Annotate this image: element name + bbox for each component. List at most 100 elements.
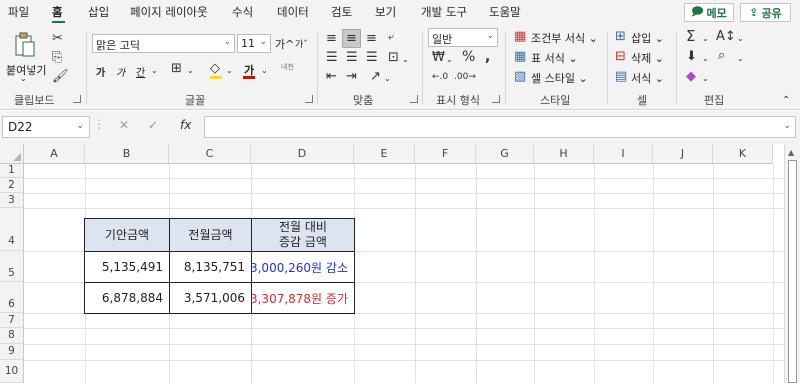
share-button[interactable]: ⇪ 공유	[740, 3, 791, 22]
name-box[interactable]: D22 ⌄	[2, 116, 90, 138]
tab-home[interactable]: 홈	[52, 4, 63, 20]
column-header-g[interactable]: G	[476, 144, 534, 164]
cell-styles-button[interactable]: 셀 스타일 ⌄	[531, 70, 588, 86]
clipboard-launcher[interactable]	[73, 95, 81, 103]
header-cell-b4[interactable]: 기안금액	[84, 218, 170, 252]
shrink-font-button[interactable]: 가ˇ	[295, 37, 308, 50]
format-cells-icon[interactable]: ▤	[615, 70, 627, 84]
row-header-6[interactable]: 6	[0, 282, 24, 313]
tab-review[interactable]: 검토	[331, 4, 352, 20]
scroll-up-icon[interactable]: ▲	[788, 148, 794, 157]
column-header-c[interactable]: C	[169, 144, 251, 164]
cut-icon[interactable]: ✂	[52, 32, 63, 46]
chevron-down-icon[interactable]: ⌄	[384, 72, 391, 86]
format-painter-icon[interactable]: 🖌	[52, 70, 69, 84]
cell-b6[interactable]: 6,878,884	[84, 282, 170, 314]
row-header-9[interactable]: 9	[0, 344, 24, 360]
collapse-ribbon-icon[interactable]: ⌃	[782, 94, 790, 108]
insert-cells-icon[interactable]: ⊞	[615, 30, 626, 44]
tab-formulas[interactable]: 수식	[232, 4, 253, 20]
conditional-formatting-icon[interactable]: ▦	[514, 30, 526, 44]
align-left-icon[interactable]: ☰	[326, 51, 338, 65]
row-header-7[interactable]: 7	[0, 313, 24, 328]
worksheet-grid[interactable]: A B C D E F G H I J K 1 2 3 4 5 6 7 8 9 …	[0, 144, 800, 383]
wrap-text-icon[interactable]: ⤶	[388, 30, 394, 44]
row-header-1[interactable]: 1	[0, 164, 24, 178]
delete-cells-icon[interactable]: ⊟	[615, 50, 626, 64]
delete-cells-button[interactable]: 삭제 ⌄	[631, 50, 664, 66]
chevron-down-icon[interactable]: ⌄	[226, 64, 233, 78]
column-header-d[interactable]: D	[251, 144, 354, 164]
fill-color-icon[interactable]: ◇	[210, 62, 220, 76]
tab-developer[interactable]: 개발 도구	[421, 4, 467, 20]
chevron-down-icon[interactable]: ⌄	[702, 32, 709, 46]
phonetic-guide-button[interactable]: 내천	[281, 62, 294, 72]
orientation-icon[interactable]: ↗	[370, 70, 381, 84]
tab-file[interactable]: 파일	[8, 4, 29, 20]
formula-input[interactable]: ⌄	[204, 116, 796, 138]
column-header-h[interactable]: H	[534, 144, 594, 164]
number-launcher[interactable]	[492, 95, 500, 103]
cell-c6[interactable]: 3,571,006	[169, 282, 252, 314]
merge-center-icon[interactable]: ⊡	[388, 51, 399, 65]
column-header-f[interactable]: F	[415, 144, 476, 164]
grow-font-button[interactable]: 가^	[275, 36, 294, 52]
comma-style-icon[interactable]: ,	[485, 50, 490, 64]
align-right-icon[interactable]: ☰	[366, 51, 378, 65]
font-size-select[interactable]: 11 ⌄	[237, 34, 271, 53]
header-cell-c4[interactable]: 전월금액	[169, 218, 252, 252]
memo-button[interactable]: 🗩 메모	[684, 3, 734, 22]
chevron-down-icon[interactable]: ⌄	[151, 64, 158, 78]
align-middle-icon[interactable]: ≡	[346, 32, 357, 46]
cell-d6[interactable]: 3,307,878원 증가	[250, 282, 355, 314]
format-as-table-button[interactable]: 표 서식 ⌄	[531, 50, 578, 66]
chevron-down-icon[interactable]: ⌄	[187, 64, 194, 78]
italic-button[interactable]: 가	[116, 64, 125, 79]
alignment-launcher[interactable]	[410, 95, 418, 103]
font-name-select[interactable]: 맑은 고딕 ⌄	[92, 34, 235, 53]
insert-cells-button[interactable]: 삽입 ⌄	[631, 30, 664, 46]
find-select-icon[interactable]: ⌕	[718, 49, 725, 63]
borders-icon[interactable]: ⊞	[171, 62, 182, 76]
tab-view[interactable]: 보기	[375, 4, 396, 20]
percent-style-icon[interactable]: %	[462, 50, 475, 64]
cell-b5[interactable]: 5,135,491	[84, 251, 170, 283]
vertical-scrollbar[interactable]: ▲	[784, 144, 800, 383]
enter-icon[interactable]: ✓	[148, 118, 158, 132]
cell-d5[interactable]: 3,000,260원 감소	[250, 251, 355, 283]
expand-formula-icon[interactable]: ⌄	[783, 121, 791, 131]
column-header-e[interactable]: E	[354, 144, 415, 164]
increase-decimal-icon[interactable]: ←.0	[432, 70, 448, 84]
autosum-icon[interactable]: Σ	[686, 29, 695, 44]
clear-icon[interactable]: ◆	[686, 70, 696, 84]
copy-icon[interactable]: ⎘	[52, 51, 62, 65]
cell-c5[interactable]: 8,135,751	[169, 251, 252, 283]
font-launcher[interactable]	[305, 95, 313, 103]
cancel-icon[interactable]: ✕	[119, 118, 129, 132]
chevron-down-icon[interactable]: ⌄	[702, 72, 709, 86]
tab-help[interactable]: 도움말	[489, 4, 521, 20]
chevron-down-icon[interactable]: ⌄	[446, 53, 453, 67]
chevron-down-icon[interactable]: ⌄	[702, 52, 709, 66]
chevron-down-icon[interactable]: ⌄	[737, 52, 744, 66]
select-all-button[interactable]	[0, 144, 24, 164]
fill-icon[interactable]: ⬇	[686, 50, 697, 64]
format-as-table-icon[interactable]: ▦	[514, 50, 526, 64]
column-header-j[interactable]: J	[653, 144, 713, 164]
conditional-formatting-button[interactable]: 조건부 서식 ⌄	[531, 30, 598, 46]
row-header-10[interactable]: 10	[0, 360, 24, 383]
number-format-select[interactable]: 일반 ⌄	[428, 28, 498, 47]
header-cell-d4[interactable]: 전월 대비 증감 금액	[251, 218, 355, 252]
decrease-indent-icon[interactable]: ⇤	[326, 70, 337, 84]
row-header-4[interactable]: 4	[0, 208, 24, 251]
column-header-b[interactable]: B	[85, 144, 169, 164]
row-header-8[interactable]: 8	[0, 328, 24, 344]
tab-data[interactable]: 데이터	[277, 4, 309, 20]
row-header-3[interactable]: 3	[0, 193, 24, 208]
column-header-a[interactable]: A	[24, 144, 85, 164]
chevron-down-icon[interactable]: ⌄	[261, 64, 268, 78]
align-bottom-icon[interactable]: ≡	[366, 32, 377, 46]
align-top-icon[interactable]: ≡	[326, 32, 337, 46]
row-header-5[interactable]: 5	[0, 251, 24, 282]
insert-function-button[interactable]: fx	[180, 118, 191, 132]
